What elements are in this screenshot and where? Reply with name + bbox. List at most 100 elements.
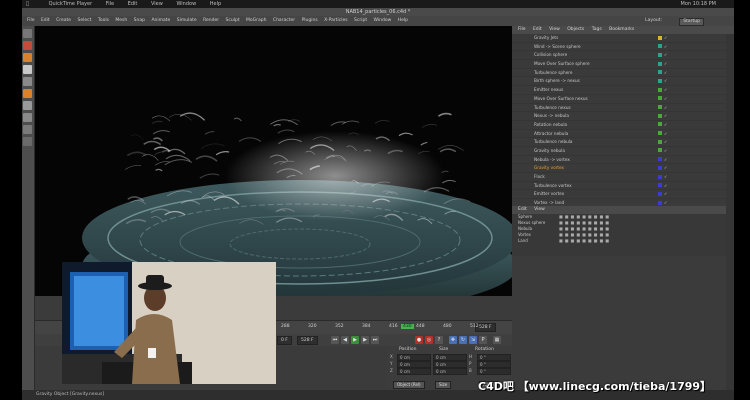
scale-key-icon[interactable]: ⇲	[469, 336, 477, 344]
panel-scrollbar[interactable]	[726, 34, 734, 390]
model-mode-icon[interactable]	[23, 77, 32, 86]
object-row[interactable]: Gravity Jets ✓	[512, 34, 734, 43]
layer-color-swatch[interactable]	[658, 148, 662, 153]
current-frame-marker[interactable]: 430	[401, 324, 414, 329]
object-row[interactable]: Move Over Surface sphere ✓	[512, 60, 734, 69]
layer-color-swatch[interactable]	[658, 165, 662, 170]
layer-color-swatch[interactable]	[658, 70, 662, 75]
snap-icon[interactable]	[23, 125, 32, 134]
object-row[interactable]: Turbulence sphere ✓	[512, 69, 734, 78]
menu-tools[interactable]: Tools	[98, 18, 109, 23]
enabled-check-icon[interactable]: ✓	[664, 77, 667, 85]
enabled-check-icon[interactable]: ✓	[664, 95, 667, 103]
rotation-field[interactable]: 0 °	[477, 368, 511, 375]
enabled-check-icon[interactable]: ✓	[664, 130, 667, 138]
go-to-end-icon[interactable]: ⏭	[371, 336, 379, 344]
menu-mesh[interactable]: Mesh	[115, 18, 127, 23]
record-icon[interactable]: ●	[415, 336, 423, 344]
viewport-3d[interactable]	[35, 26, 512, 296]
rotation-key-icon[interactable]: ↻	[459, 336, 467, 344]
layer-color-swatch[interactable]	[658, 52, 662, 57]
layer-toggle-icons[interactable]: ■■■■■■■■■	[559, 239, 611, 243]
enabled-check-icon[interactable]: ✓	[664, 190, 667, 198]
object-row[interactable]: Turbulence vortex ✓	[512, 182, 734, 191]
menu-snap[interactable]: Snap	[134, 18, 145, 23]
scale-tool-icon[interactable]	[23, 53, 32, 62]
menu-simulate[interactable]: Simulate	[177, 18, 197, 23]
object-row[interactable]: Move Over Surface nexus ✓	[512, 95, 734, 104]
window-title-bar[interactable]: NAB14_particles_06.c4d *	[22, 8, 734, 16]
layer-color-swatch[interactable]	[658, 35, 662, 40]
enabled-check-icon[interactable]: ✓	[664, 69, 667, 77]
layer-color-swatch[interactable]	[658, 174, 662, 179]
object-row[interactable]: Nebula -> vortex ✓	[512, 156, 734, 165]
object-row[interactable]: Turbulence nexus ✓	[512, 104, 734, 113]
mac-menu-window[interactable]: Window	[176, 1, 196, 7]
go-to-start-icon[interactable]: ⏮	[331, 336, 339, 344]
start-frame-field[interactable]: 0 F	[277, 336, 292, 345]
enabled-check-icon[interactable]: ✓	[664, 34, 667, 42]
menu-character[interactable]: Character	[273, 18, 295, 23]
position-field[interactable]: 0 cm	[397, 368, 431, 375]
size-field[interactable]: 0 cm	[433, 368, 467, 375]
layer-toggle-icons[interactable]: ■■■■■■■■■	[559, 215, 611, 219]
enabled-check-icon[interactable]: ✓	[664, 138, 667, 146]
object-row[interactable]: Emitter vortex ✓	[512, 190, 734, 200]
enabled-check-icon[interactable]: ✓	[664, 173, 667, 181]
layer-row[interactable]: Land ■■■■■■■■■	[512, 238, 734, 244]
layer-toggle-icons[interactable]: ■■■■■■■■■	[559, 227, 611, 231]
om-tab-view[interactable]: View	[549, 27, 560, 32]
object-row[interactable]: Turbulence nebula ✓	[512, 138, 734, 147]
layer-color-swatch[interactable]	[658, 200, 662, 205]
move-tool-icon[interactable]	[23, 41, 32, 50]
om-tab-objects[interactable]: Objects	[567, 27, 584, 32]
layer-color-swatch[interactable]	[658, 44, 662, 49]
layer-tab-edit[interactable]: Edit	[518, 207, 527, 212]
app-name[interactable]: QuickTime Player	[49, 1, 93, 7]
menu-script[interactable]: Script	[354, 18, 367, 23]
layer-color-swatch[interactable]	[658, 87, 662, 92]
workplane-icon[interactable]	[23, 137, 32, 146]
previous-key-icon[interactable]: ◀	[341, 336, 349, 344]
object-row[interactable]: Emitter nexus ✓	[512, 86, 734, 95]
keyframe-selection-icon[interactable]: ?	[435, 336, 443, 344]
mac-menu-edit[interactable]: Edit	[128, 1, 138, 7]
menu-animate[interactable]: Animate	[151, 18, 170, 23]
end-frame-field[interactable]: 528 F	[297, 336, 318, 345]
timeline-options-icon[interactable]: ▦	[493, 336, 501, 344]
layer-color-swatch[interactable]	[658, 139, 662, 144]
layer-tab-view[interactable]: View	[534, 207, 545, 212]
menu-help[interactable]: Help	[398, 18, 408, 23]
om-tab-tags[interactable]: Tags	[592, 27, 602, 32]
menu-file[interactable]: File	[27, 18, 35, 23]
position-key-icon[interactable]: ✥	[449, 336, 457, 344]
menu-x-particles[interactable]: X-Particles	[324, 18, 347, 23]
undo-icon[interactable]	[23, 29, 32, 38]
mac-menu-file[interactable]: File	[106, 1, 114, 7]
menu-sculpt[interactable]: Sculpt	[226, 18, 240, 23]
menu-select[interactable]: Select	[78, 18, 92, 23]
object-row[interactable]: Birth sphere -> nexus ✓	[512, 77, 734, 87]
rotate-tool-icon[interactable]	[23, 65, 32, 74]
layer-color-swatch[interactable]	[658, 113, 662, 118]
autokey-icon[interactable]: ◎	[425, 336, 433, 344]
next-key-icon[interactable]: ▶	[361, 336, 369, 344]
object-row[interactable]: Wind -> Scene sphere ✓	[512, 43, 734, 52]
size-mode-dropdown[interactable]: Size	[435, 381, 452, 389]
menu-mograph[interactable]: MoGraph	[246, 18, 266, 23]
enabled-check-icon[interactable]: ✓	[664, 156, 667, 164]
play-icon[interactable]: ▶	[351, 336, 359, 344]
object-row[interactable]: Collision sphere ✓	[512, 51, 734, 61]
layer-color-swatch[interactable]	[658, 61, 662, 66]
object-row[interactable]: Attractor nebula ✓	[512, 130, 734, 139]
enabled-check-icon[interactable]: ✓	[664, 182, 667, 190]
layer-color-swatch[interactable]	[658, 78, 662, 83]
edges-mode-icon[interactable]	[23, 101, 32, 110]
om-tab-bookmarks[interactable]: Bookmarks	[609, 27, 634, 32]
om-tab-edit[interactable]: Edit	[533, 27, 542, 32]
layer-color-swatch[interactable]	[658, 122, 662, 127]
om-tab-file[interactable]: File	[518, 27, 526, 32]
enabled-check-icon[interactable]: ✓	[664, 147, 667, 155]
menu-plugins[interactable]: Plugins	[302, 18, 318, 23]
object-row[interactable]: Flock ✓	[512, 173, 734, 182]
